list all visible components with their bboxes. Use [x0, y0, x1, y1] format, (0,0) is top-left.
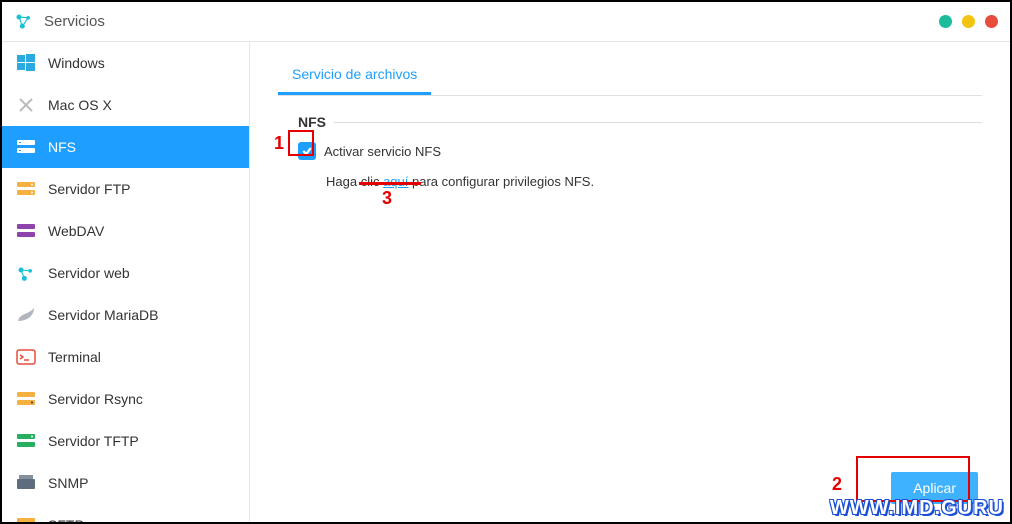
window-body: Windows Mac OS X NFS Servidor FTP [2, 42, 1010, 522]
tftp-icon [16, 431, 36, 451]
snmp-icon [16, 473, 36, 493]
ftp-icon [16, 179, 36, 199]
webserver-icon [16, 263, 36, 283]
tab-bar: Servicio de archivos [278, 60, 982, 96]
section-title: NFS [298, 114, 326, 130]
nfs-privileges-help: Haga clic aquí para configurar privilegi… [326, 174, 982, 189]
enable-nfs-checkbox[interactable] [298, 142, 316, 160]
sidebar-item-mariadb[interactable]: Servidor MariaDB [2, 294, 249, 336]
sidebar-item-sftp[interactable]: SFTP [2, 504, 249, 522]
mariadb-icon [16, 305, 36, 325]
nfs-privileges-link[interactable]: aquí [383, 174, 408, 189]
rsync-icon [16, 389, 36, 409]
help-text-post: para configurar privilegios NFS. [408, 174, 594, 189]
sidebar-item-nfs[interactable]: NFS [2, 126, 249, 168]
section-header: NFS [298, 114, 982, 130]
services-app-icon [14, 12, 34, 32]
checkbox-label: Activar servicio NFS [324, 144, 441, 159]
checkbox-row: Activar servicio NFS [298, 142, 982, 160]
window-buttons [939, 15, 998, 28]
sidebar-item-macosx[interactable]: Mac OS X [2, 84, 249, 126]
sftp-icon [16, 515, 36, 522]
sidebar-item-label: Terminal [48, 349, 101, 365]
sidebar-item-terminal[interactable]: Terminal [2, 336, 249, 378]
sidebar-item-rsync[interactable]: Servidor Rsync [2, 378, 249, 420]
sidebar-item-label: Servidor web [48, 265, 130, 281]
macosx-icon [16, 95, 36, 115]
terminal-icon [16, 347, 36, 367]
sidebar-item-tftp[interactable]: Servidor TFTP [2, 420, 249, 462]
close-button[interactable] [985, 15, 998, 28]
sidebar-item-label: SFTP [48, 517, 84, 522]
minimize-button[interactable] [939, 15, 952, 28]
main-panel: Servicio de archivos NFS Activar servici… [250, 42, 1010, 522]
webdav-icon [16, 221, 36, 241]
watermark: WWW.IMD.GURU [830, 497, 1004, 520]
sidebar-item-label: WebDAV [48, 223, 104, 239]
sidebar-item-label: Servidor FTP [48, 181, 130, 197]
sidebar-item-label: Servidor MariaDB [48, 307, 158, 323]
sidebar-item-label: Servidor TFTP [48, 433, 139, 449]
sidebar-item-label: SNMP [48, 475, 88, 491]
windows-icon [16, 53, 36, 73]
services-window: Servicios Windows Mac OS X [0, 0, 1012, 524]
sidebar-item-windows[interactable]: Windows [2, 42, 249, 84]
sidebar-item-label: NFS [48, 139, 76, 155]
window-title: Servicios [44, 13, 105, 30]
sidebar: Windows Mac OS X NFS Servidor FTP [2, 42, 250, 522]
sidebar-item-label: Windows [48, 55, 105, 71]
sidebar-item-webserver[interactable]: Servidor web [2, 252, 249, 294]
maximize-button[interactable] [962, 15, 975, 28]
titlebar: Servicios [2, 2, 1010, 42]
tab-file-service[interactable]: Servicio de archivos [278, 60, 431, 95]
nfs-icon [16, 137, 36, 157]
help-text-pre: Haga clic [326, 174, 383, 189]
section-rule [334, 122, 982, 123]
sidebar-item-snmp[interactable]: SNMP [2, 462, 249, 504]
sidebar-item-ftp[interactable]: Servidor FTP [2, 168, 249, 210]
sidebar-item-label: Servidor Rsync [48, 391, 143, 407]
sidebar-item-webdav[interactable]: WebDAV [2, 210, 249, 252]
sidebar-item-label: Mac OS X [48, 97, 112, 113]
